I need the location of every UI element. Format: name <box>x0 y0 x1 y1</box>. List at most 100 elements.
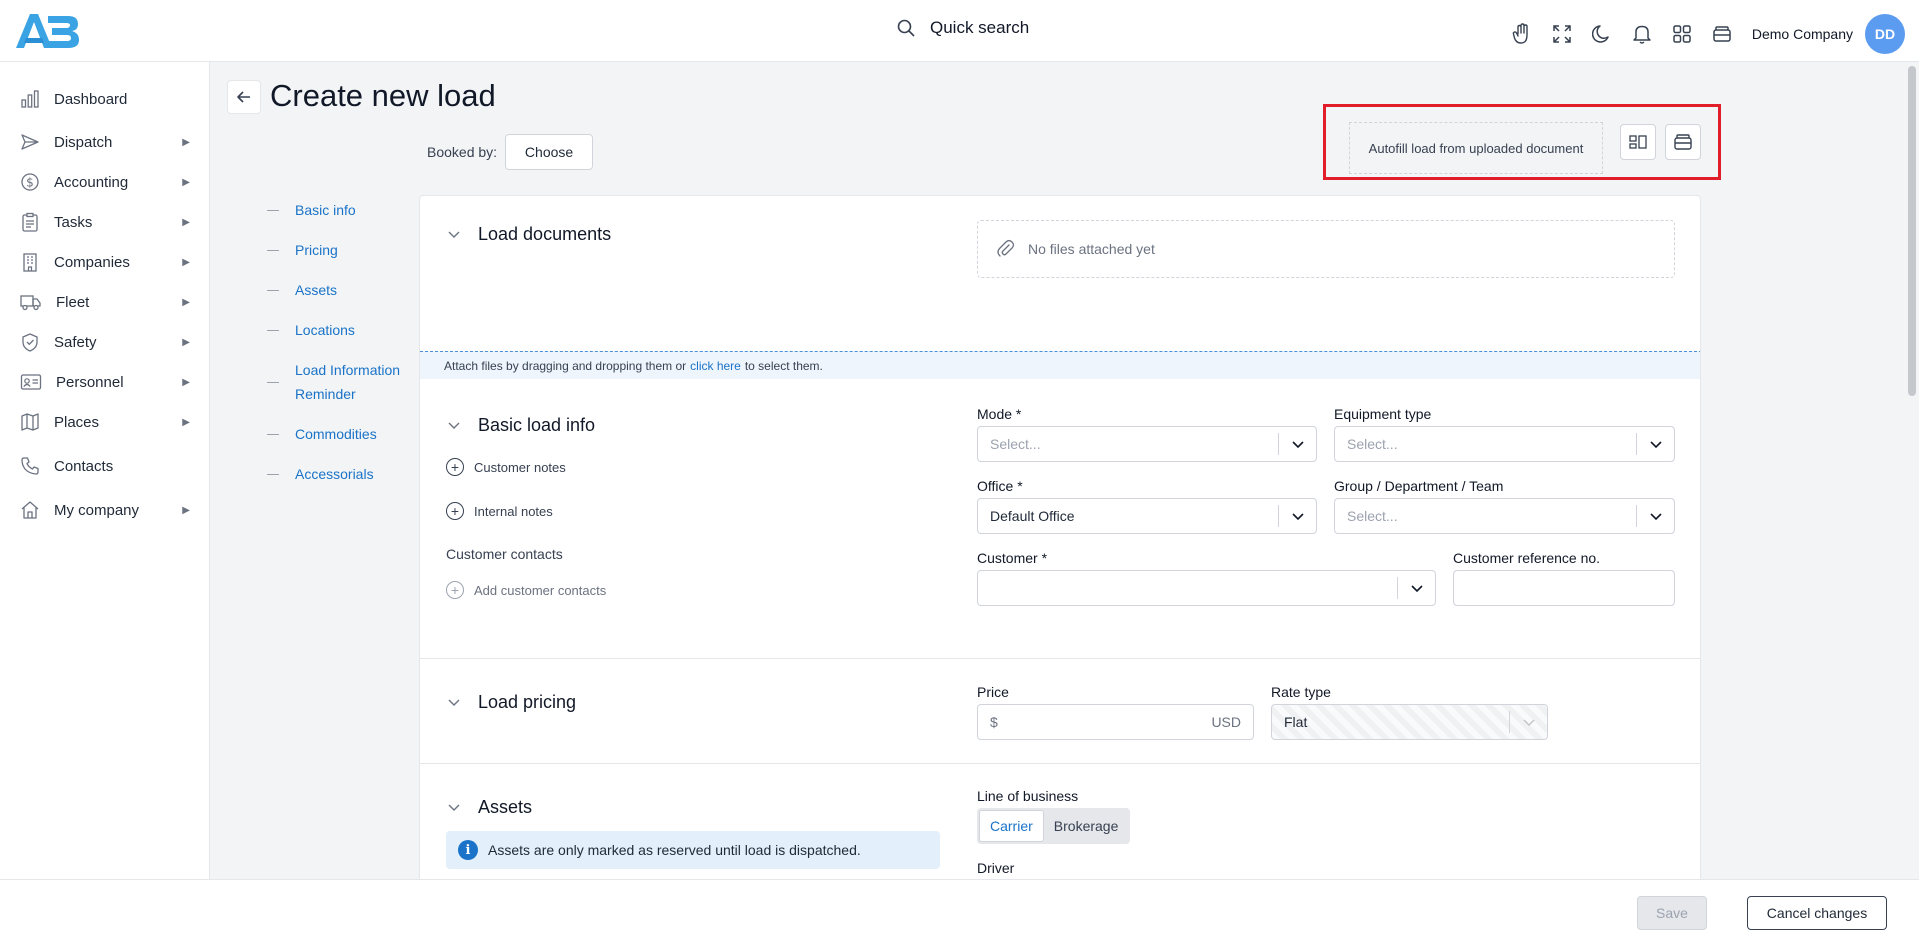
assets-header[interactable]: Assets <box>446 797 532 818</box>
bar-chart-icon <box>21 90 39 108</box>
section-divider <box>420 763 1700 764</box>
wallet-icon[interactable] <box>1702 17 1742 51</box>
booked-by-label: Booked by: <box>427 144 498 160</box>
expand-arrow-icon: ▶ <box>182 416 190 428</box>
sidebar-item-dispatch[interactable]: Dispatch ▶ <box>0 126 210 158</box>
customer-notes-add[interactable]: + Customer notes <box>446 458 566 476</box>
arrow-left-icon <box>237 91 250 103</box>
chevron-down-icon <box>448 231 460 238</box>
driver-label: Driver <box>977 860 1015 876</box>
sidebar-item-label: Places <box>54 413 100 431</box>
currency-code: USD <box>1211 714 1241 730</box>
sidebar-item-places[interactable]: Places ▶ <box>0 406 210 438</box>
phone-icon <box>21 457 39 475</box>
internal-notes-add[interactable]: + Internal notes <box>446 502 553 520</box>
chevron-down-icon <box>1636 433 1674 455</box>
sidebar-item-fleet[interactable]: Fleet ▶ <box>0 286 210 318</box>
wallet-button[interactable] <box>1665 124 1701 160</box>
company-name[interactable]: Demo Company <box>1752 26 1853 42</box>
section-link-basic-info[interactable]: Basic info <box>267 198 356 222</box>
sidebar-item-label: Safety <box>54 333 97 351</box>
expand-arrow-icon: ▶ <box>182 216 190 228</box>
avatar[interactable]: DD <box>1865 14 1905 54</box>
wallet-icon <box>1674 134 1692 150</box>
chevron-down-icon <box>448 804 460 811</box>
sidebar-item-my-company[interactable]: My company ▶ <box>0 494 210 526</box>
sidebar-item-label: Contacts <box>54 457 114 475</box>
basic-load-info-header[interactable]: Basic load info <box>446 415 595 436</box>
truck-icon <box>20 295 41 311</box>
equipment-type-select[interactable]: Select... <box>1334 426 1675 462</box>
section-link-locations[interactable]: Locations <box>267 318 355 342</box>
price-label: Price <box>977 684 1009 700</box>
fullscreen-icon[interactable] <box>1542 17 1582 51</box>
id-card-icon <box>20 374 42 390</box>
line-of-business-label: Line of business <box>977 788 1079 804</box>
expand-arrow-icon: ▶ <box>182 504 190 516</box>
price-input[interactable]: $ USD <box>977 704 1254 740</box>
files-dropzone[interactable]: No files attached yet <box>977 220 1675 278</box>
sidebar-item-dashboard[interactable]: Dashboard <box>0 83 210 115</box>
chevron-down-icon <box>448 422 460 429</box>
app-logo[interactable] <box>12 10 80 52</box>
currency-symbol: $ <box>990 714 998 730</box>
rate-type-select[interactable]: Flat <box>1271 704 1548 740</box>
load-pricing-header[interactable]: Load pricing <box>446 692 576 713</box>
group-select[interactable]: Select... <box>1334 498 1675 534</box>
cancel-changes-button[interactable]: Cancel changes <box>1747 896 1887 930</box>
sidebar-item-label: Dashboard <box>54 90 128 108</box>
brokerage-option[interactable]: Brokerage <box>1044 810 1129 842</box>
layout-toggle-button[interactable] <box>1620 124 1656 160</box>
customer-reference-input[interactable] <box>1453 570 1675 606</box>
section-link-commodities[interactable]: Commodities <box>267 422 377 446</box>
office-label: Office * <box>977 478 1023 494</box>
notifications-bell-icon[interactable] <box>1622 17 1662 51</box>
sidebar-item-contacts[interactable]: Contacts <box>0 450 210 482</box>
quick-search[interactable]: Quick search <box>896 18 1029 38</box>
expand-arrow-icon: ▶ <box>182 296 190 308</box>
chevron-down-icon <box>1278 505 1316 527</box>
expand-arrow-icon: ▶ <box>182 176 190 188</box>
click-here-link[interactable]: click here <box>690 359 741 373</box>
svg-text:$: $ <box>26 176 34 190</box>
load-pricing-title: Load pricing <box>478 692 577 712</box>
sidebar-item-label: Dispatch <box>54 133 113 151</box>
plus-circle-icon: + <box>446 502 464 520</box>
section-link-pricing[interactable]: Pricing <box>267 238 338 262</box>
rate-type-label: Rate type <box>1271 684 1331 700</box>
sidebar-item-companies[interactable]: Companies ▶ <box>0 246 210 278</box>
choose-booker-button[interactable]: Choose <box>505 134 594 170</box>
footer-bar: Save Cancel changes <box>0 879 1919 941</box>
hand-icon[interactable] <box>1502 17 1542 51</box>
section-link-load-information-reminder[interactable]: Load Information Reminder <box>267 358 407 406</box>
mode-select[interactable]: Select... <box>977 426 1317 462</box>
sidebar-item-personnel[interactable]: Personnel ▶ <box>0 366 210 398</box>
mode-label: Mode * <box>977 406 1022 422</box>
top-bar: Quick search Demo Company DD <box>0 0 1919 62</box>
save-button[interactable]: Save <box>1637 896 1707 930</box>
section-link-accessorials[interactable]: Accessorials <box>267 462 374 486</box>
dark-mode-moon-icon[interactable] <box>1582 17 1622 51</box>
booked-by: Booked by: Choose <box>427 134 594 170</box>
add-customer-contacts[interactable]: + Add customer contacts <box>446 581 606 599</box>
plus-circle-icon: + <box>446 458 464 476</box>
office-select[interactable]: Default Office <box>977 498 1317 534</box>
load-documents-header[interactable]: Load documents <box>446 224 611 245</box>
map-icon <box>21 413 39 431</box>
quick-search-label: Quick search <box>930 18 1030 37</box>
expand-arrow-icon: ▶ <box>182 256 190 268</box>
scrollbar-thumb[interactable] <box>1908 66 1916 396</box>
autofill-dropzone[interactable]: Autofill load from uploaded document <box>1349 122 1603 174</box>
sidebar-item-tasks[interactable]: Tasks ▶ <box>0 206 210 238</box>
customer-select[interactable] <box>977 570 1436 606</box>
apps-grid-icon[interactable] <box>1662 17 1702 51</box>
back-button[interactable] <box>227 80 261 114</box>
carrier-option[interactable]: Carrier <box>979 810 1044 842</box>
dollar-circle-icon: $ <box>21 173 39 191</box>
section-link-assets[interactable]: Assets <box>267 278 337 302</box>
no-files-text: No files attached yet <box>1028 241 1155 257</box>
sidebar-item-safety[interactable]: Safety ▶ <box>0 326 210 358</box>
home-icon <box>21 501 39 519</box>
page-scrollbar[interactable] <box>1905 62 1919 879</box>
sidebar-item-accounting[interactable]: $ Accounting ▶ <box>0 166 210 198</box>
